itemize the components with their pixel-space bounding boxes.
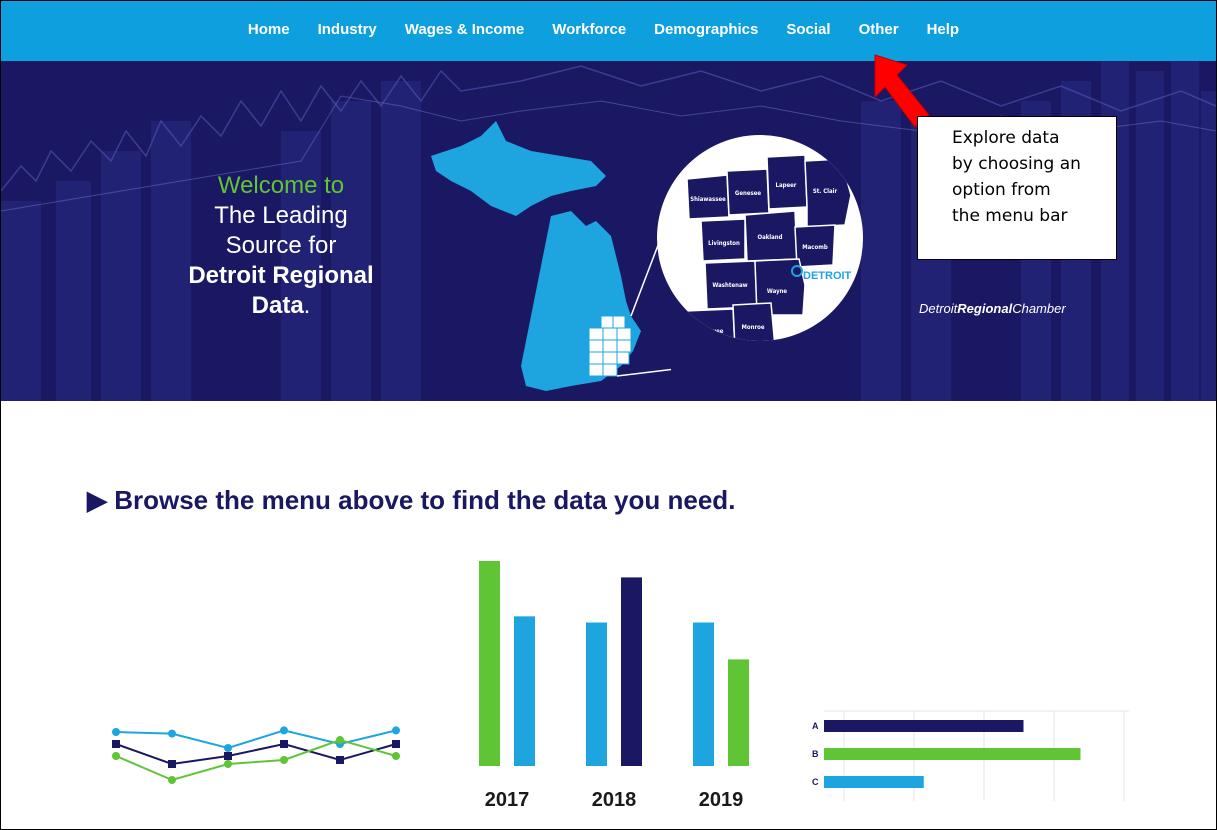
county-label: Macomb: [802, 244, 828, 251]
line-point: [224, 752, 232, 760]
hbar-category-label: C: [812, 777, 819, 787]
nav-item-wages-income[interactable]: Wages & Income: [391, 21, 538, 38]
line-point: [168, 776, 176, 784]
bar: [728, 659, 749, 766]
line-point: [392, 752, 400, 760]
bar: [479, 561, 500, 766]
county-label: Monroe: [742, 324, 765, 331]
county-label: Livingston: [708, 240, 740, 247]
line-point: [392, 726, 400, 735]
line-point: [112, 728, 120, 736]
callout-line-1: Explore data: [952, 128, 1060, 148]
nav-item-workforce[interactable]: Workforce: [538, 21, 640, 38]
tagline-line-3: Source for: [225, 232, 337, 259]
hbar: [824, 776, 924, 788]
section-heading: ▶ Browse the menu above to find the data…: [87, 484, 736, 515]
welcome-text: Welcome to The Leading Source for Detroi…: [151, 171, 411, 321]
page-frame: Home Industry Wages & Income Workforce D…: [0, 0, 1217, 830]
county-label: Shiawassee: [690, 196, 726, 203]
line-series: [115, 729, 397, 750]
county-label: Oakland: [757, 234, 782, 241]
line-point: [168, 729, 176, 738]
bar-category-label: 2018: [592, 789, 637, 811]
bar: [586, 622, 607, 766]
hbar: [824, 748, 1081, 760]
line-point: [336, 756, 344, 764]
decorative-bar-chart: 2017 2018 2019: [479, 561, 749, 811]
callout-box: Explore data by choosing an option from …: [917, 116, 1117, 260]
hbar: [824, 720, 1024, 732]
decorative-horizontal-bar-chart: A B C: [812, 710, 1129, 801]
line-point: [224, 760, 232, 768]
callout-line-4: the menu bar: [952, 206, 1068, 226]
tagline-data-word: Data: [251, 292, 304, 319]
bar-category-label: 2017: [485, 789, 530, 811]
bar: [693, 622, 714, 766]
nav-menu: Home Industry Wages & Income Workforce D…: [234, 21, 973, 38]
tagline-period: .: [303, 292, 311, 319]
county-label: Lapeer: [776, 182, 797, 189]
line-point: [280, 756, 288, 764]
bar: [621, 577, 642, 766]
decorative-line-chart: [112, 726, 400, 784]
county-label: St. Clair: [813, 188, 838, 195]
hbar-category-label: A: [812, 721, 819, 731]
nav-item-demographics[interactable]: Demographics: [640, 21, 772, 38]
tagline-line-2: The Leading: [214, 202, 348, 229]
detroit-regional-chamber-logo: DetroitRegionalChamber: [919, 301, 1066, 316]
nav-item-help[interactable]: Help: [913, 21, 974, 38]
tagline-line-4: Detroit Regional: [188, 262, 374, 289]
callout-line-3: option from: [952, 180, 1051, 200]
line-point: [392, 740, 400, 748]
nav-item-home[interactable]: Home: [234, 21, 304, 38]
line-point: [224, 744, 232, 752]
line-point: [112, 752, 120, 760]
callout-line-2: by choosing an: [952, 154, 1081, 174]
hbar-category-label: B: [812, 749, 819, 759]
bar-category-label: 2019: [699, 789, 744, 811]
line-point: [112, 740, 120, 748]
detroit-label: DETROIT: [803, 270, 852, 282]
nav-item-industry[interactable]: Industry: [304, 21, 391, 38]
county-label: Wayne: [767, 288, 788, 295]
michigan-map-graphic: [431, 121, 671, 391]
main-navbar: Home Industry Wages & Income Workforce D…: [1, 1, 1216, 61]
bar: [514, 616, 535, 766]
county-label: Genesee: [735, 190, 761, 197]
line-point: [336, 736, 344, 744]
county-map: Shiawassee Genesee Lapeer St. Clair Livi…: [684, 154, 852, 341]
nav-item-social[interactable]: Social: [772, 21, 844, 38]
line-point: [280, 726, 288, 735]
line-point: [280, 740, 288, 748]
line-point: [168, 760, 176, 768]
county-zoom-circle: Shiawassee Genesee Lapeer St. Clair Livi…: [657, 135, 863, 341]
welcome-line: Welcome to: [217, 172, 345, 199]
county-label: Washtenaw: [712, 282, 747, 289]
nav-item-other[interactable]: Other: [845, 21, 913, 38]
